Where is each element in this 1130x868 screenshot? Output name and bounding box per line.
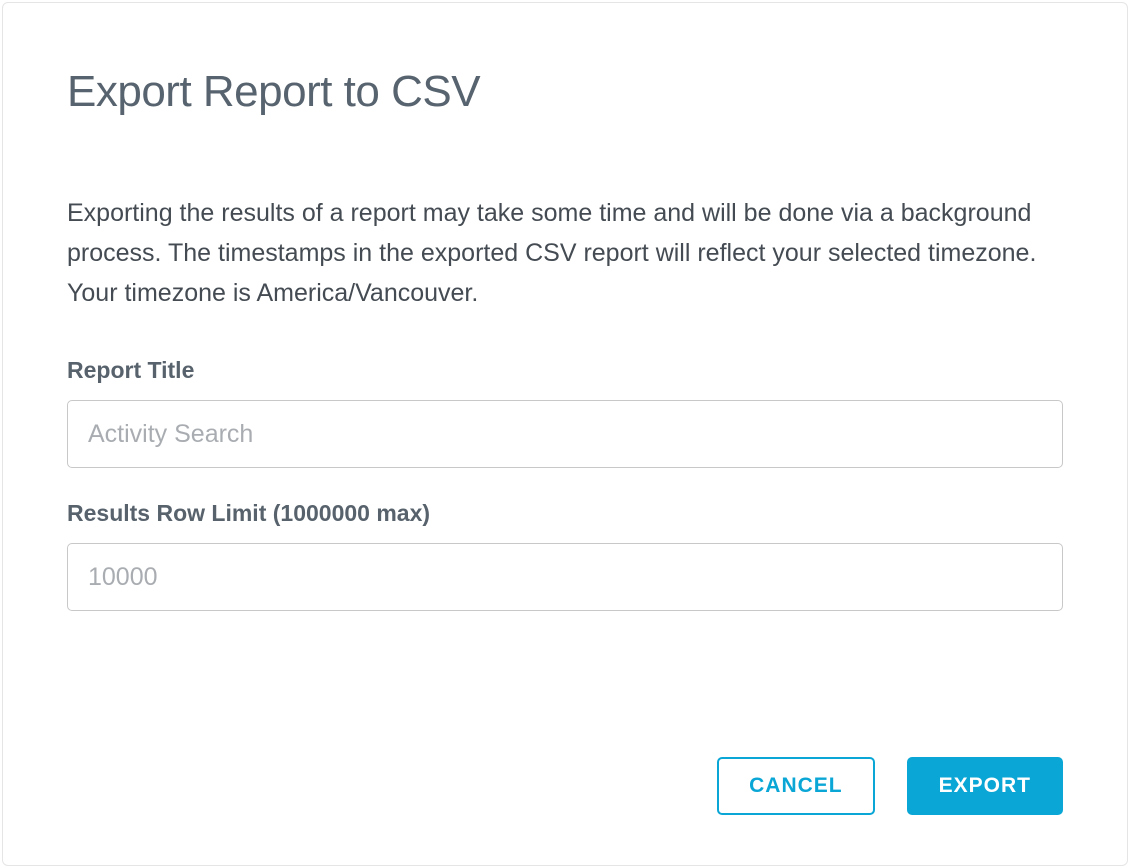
row-limit-input[interactable]: [67, 543, 1063, 611]
report-title-input[interactable]: [67, 400, 1063, 468]
row-limit-field-group: Results Row Limit (1000000 max): [67, 500, 1063, 611]
dialog-title: Export Report to CSV: [67, 67, 1063, 117]
cancel-button[interactable]: CANCEL: [717, 757, 875, 815]
row-limit-label: Results Row Limit (1000000 max): [67, 500, 1063, 527]
report-title-field-group: Report Title: [67, 357, 1063, 468]
export-csv-dialog: Export Report to CSV Exporting the resul…: [2, 2, 1128, 866]
spacer: [67, 643, 1063, 757]
report-title-label: Report Title: [67, 357, 1063, 384]
button-row: CANCEL EXPORT: [67, 757, 1063, 815]
export-button[interactable]: EXPORT: [907, 757, 1063, 815]
dialog-description: Exporting the results of a report may ta…: [67, 193, 1063, 313]
